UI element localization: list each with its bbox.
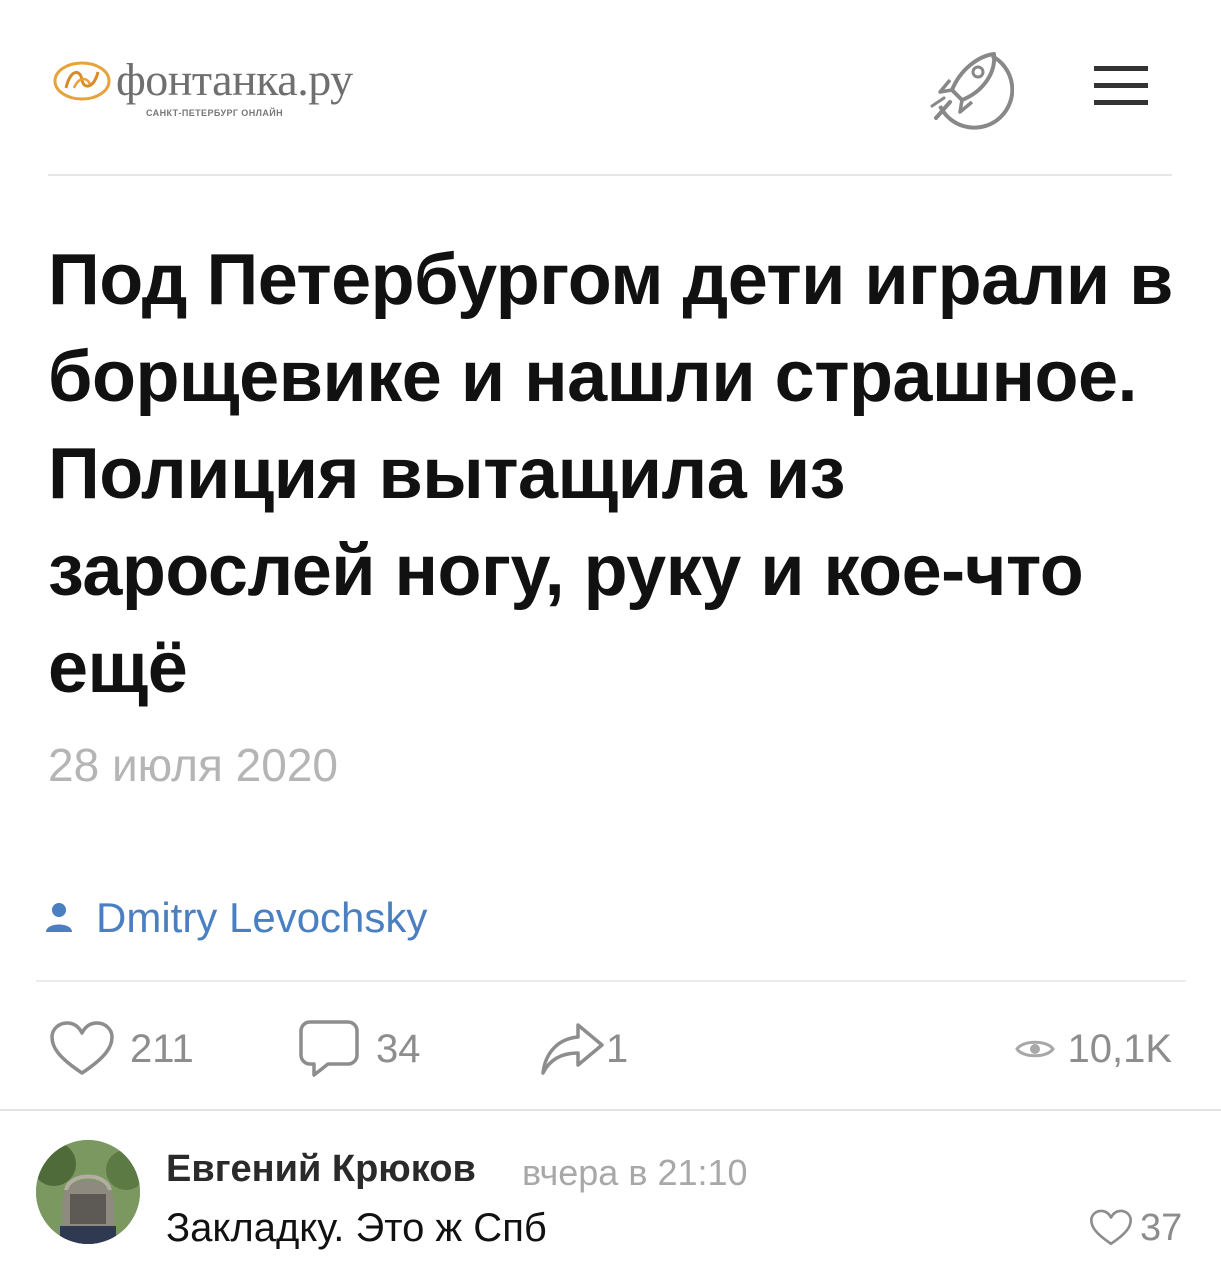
logo-text: фонтанка.ру	[116, 54, 353, 105]
menu-button[interactable]	[1094, 66, 1148, 106]
rocket-button[interactable]	[922, 40, 1015, 132]
views-counter: 10,1K	[1015, 1014, 1172, 1084]
post-divider	[36, 980, 1186, 982]
comment-button[interactable]: 34	[298, 1014, 421, 1084]
author-name: Dmitry Levochsky	[96, 894, 428, 941]
comment-author[interactable]: Евгений Крюков	[166, 1148, 476, 1191]
comment-like-button[interactable]: 37	[1090, 1206, 1182, 1250]
post-page: фонтанка.ру САНКТ-ПЕТЕРБУРГ ОНЛАЙН Под П…	[0, 0, 1221, 1280]
site-logo[interactable]: фонтанка.ру САНКТ-ПЕТЕРБУРГ ОНЛАЙН	[52, 52, 372, 122]
logo-mark-icon	[53, 61, 111, 101]
share-button[interactable]: 1	[540, 1014, 628, 1084]
menu-icon-line	[1094, 83, 1148, 88]
comment-count: 34	[376, 1026, 421, 1071]
rocket-icon	[930, 52, 1015, 130]
menu-icon	[1094, 66, 1148, 71]
header-divider	[48, 174, 1172, 176]
heart-icon	[50, 1021, 114, 1075]
eye-icon	[1015, 1040, 1056, 1058]
share-count: 1	[606, 1026, 629, 1071]
heart-icon	[1090, 1209, 1132, 1246]
avatar-image	[36, 1140, 140, 1244]
comment-text: Закладку. Это ж Спб	[166, 1206, 547, 1250]
author-link[interactable]: Dmitry Levochsky	[44, 890, 427, 946]
article-headline[interactable]: Под Петербургом дети играли в борщевике …	[48, 232, 1188, 717]
comment-icon	[299, 1020, 359, 1077]
post-actions: 211 34 1 10,1K	[50, 1014, 1180, 1084]
like-count: 211	[130, 1026, 194, 1071]
comment-time: вчера в 21:10	[522, 1152, 748, 1193]
person-icon	[46, 903, 72, 932]
share-icon	[541, 1023, 604, 1075]
logo-subtitle: САНКТ-ПЕТЕРБУРГ ОНЛАЙН	[146, 108, 283, 118]
comment-like-count: 37	[1140, 1206, 1183, 1249]
like-button[interactable]: 211	[50, 1014, 194, 1084]
article-date: 28 июля 2020	[48, 739, 338, 791]
comments-divider	[0, 1109, 1221, 1111]
avatar[interactable]	[36, 1140, 140, 1244]
views-count: 10,1K	[1067, 1026, 1172, 1071]
menu-icon-line	[1094, 100, 1148, 105]
